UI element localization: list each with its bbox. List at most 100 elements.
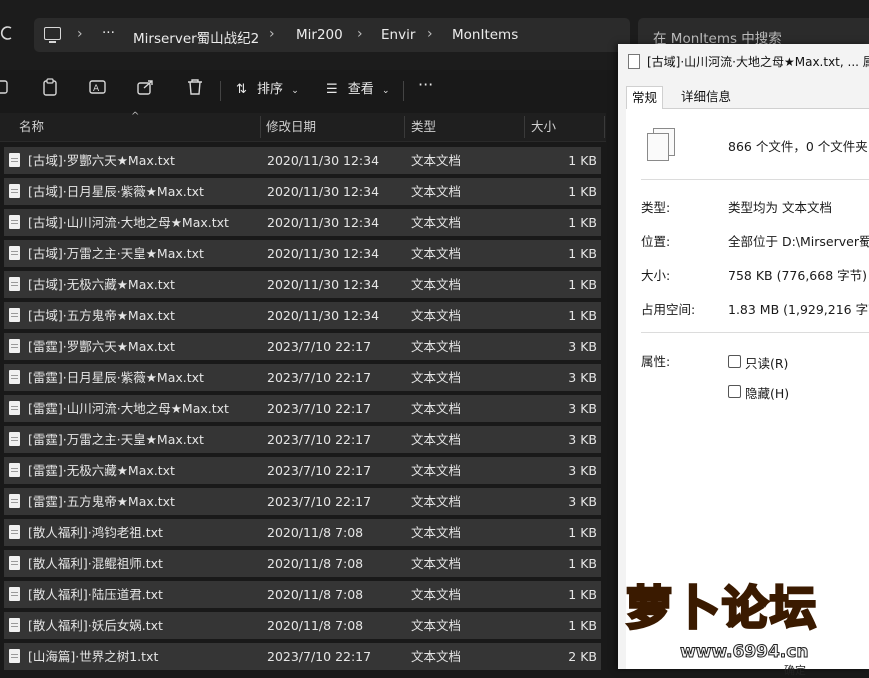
- more-crumbs-icon[interactable]: ···: [102, 25, 115, 41]
- column-separator[interactable]: [404, 116, 405, 138]
- file-row[interactable]: [古域]·万雷之主·天皇★Max.txt 2020/11/30 12:34 文本文档…: [4, 240, 601, 267]
- breadcrumb-mir200[interactable]: Mir200: [296, 27, 343, 43]
- file-size: 1 KB: [568, 525, 597, 540]
- delete-icon[interactable]: [186, 78, 204, 96]
- file-row[interactable]: [山海篇]·世界之树1.txt 2023/7/10 22:17 文本文档 2 KB: [4, 643, 601, 670]
- file-date: 2020/11/8 7:08: [267, 618, 364, 633]
- text-file-icon: [9, 153, 20, 167]
- file-name: [散人福利]·鸿钧老祖.txt: [28, 525, 163, 540]
- chevron-right-icon[interactable]: ›: [77, 26, 83, 42]
- file-row[interactable]: [雷霆]·日月星辰·紫薇★Max.txt 2023/7/10 22:17 文本文档 3…: [4, 364, 601, 391]
- dialog-title: [古域]·山川河流·大地之母★Max.txt, ... 属性: [647, 55, 869, 69]
- file-row[interactable]: [雷霆]·罗酆六天★Max.txt 2023/7/10 22:17 文本文档 3 KB: [4, 333, 601, 360]
- copy-icon[interactable]: [0, 78, 18, 96]
- disk-size-label: 占用空间:: [641, 302, 696, 317]
- file-name: [散人福利]·混鲲祖师.txt: [28, 556, 163, 571]
- multiple-files-icon: [647, 128, 675, 161]
- chevron-down-icon: ⌄: [291, 86, 299, 96]
- file-date: 2020/11/8 7:08: [267, 587, 364, 602]
- file-row[interactable]: [散人福利]·陆压道君.txt 2020/11/8 7:08 文本文档 1 KB: [4, 581, 601, 608]
- file-row[interactable]: [散人福利]·妖后女娲.txt 2020/11/8 7:08 文本文档 1 KB: [4, 612, 601, 639]
- file-size: 3 KB: [568, 463, 597, 478]
- disk-size-value: 1.83 MB (1,929,216 字节): [728, 302, 869, 317]
- file-date: 2023/7/10 22:17: [267, 463, 372, 478]
- file-date: 2020/11/30 12:34: [267, 215, 380, 230]
- file-row[interactable]: [古域]·无极六藏★Max.txt 2020/11/30 12:34 文本文档 1 K…: [4, 271, 601, 298]
- breadcrumb-monitems[interactable]: MonItems: [452, 27, 518, 43]
- file-name: [古域]·万雷之主·天皇★Max.txt: [28, 246, 204, 261]
- file-row[interactable]: [古域]·山川河流·大地之母★Max.txt 2020/11/30 12:34 文本…: [4, 209, 601, 236]
- file-row[interactable]: [雷霆]·万雷之主·天皇★Max.txt 2023/7/10 22:17 文本文档 3…: [4, 426, 601, 453]
- svg-text:A: A: [93, 84, 100, 94]
- this-pc-icon[interactable]: [44, 27, 61, 43]
- dialog-tabs: 常规 详细信息: [626, 86, 869, 110]
- column-size[interactable]: 大小: [531, 113, 556, 141]
- tab-general[interactable]: 常规: [626, 86, 664, 110]
- text-file-icon: [9, 246, 20, 260]
- file-row[interactable]: [雷霆]·山川河流·大地之母★Max.txt 2023/7/10 22:17 文本文…: [4, 395, 601, 422]
- location-value: 全部位于 D:\Mirserver蜀山: [728, 234, 869, 249]
- file-type: 文本文档: [411, 587, 462, 602]
- breadcrumb-mirserver[interactable]: Mirserver蜀山战纪2: [133, 27, 259, 47]
- share-icon[interactable]: [137, 78, 155, 96]
- file-date: 2023/7/10 22:17: [267, 432, 372, 447]
- dialog-title-bar[interactable]: [古域]·山川河流·大地之母★Max.txt, ... 属性: [618, 44, 869, 78]
- column-separator[interactable]: [524, 116, 525, 138]
- file-size: 1 KB: [568, 556, 597, 571]
- file-size: 1 KB: [568, 587, 597, 602]
- file-type: 文本文档: [411, 339, 462, 354]
- breadcrumb-envir[interactable]: Envir: [381, 27, 415, 43]
- sort-button[interactable]: ⇅ 排序 ⌄: [236, 78, 299, 98]
- file-size: 3 KB: [568, 432, 597, 447]
- chevron-right-icon[interactable]: ›: [357, 26, 363, 42]
- tab-details[interactable]: 详细信息: [676, 86, 736, 108]
- file-date: 2020/11/30 12:34: [267, 184, 380, 199]
- refresh-icon[interactable]: [0, 24, 12, 46]
- file-row[interactable]: [雷霆]·无极六藏★Max.txt 2023/7/10 22:17 文本文档 3 KB: [4, 457, 601, 484]
- file-date: 2020/11/30 12:34: [267, 308, 380, 323]
- file-row[interactable]: [雷霆]·五方鬼帝★Max.txt 2023/7/10 22:17 文本文档 3 KB: [4, 488, 601, 515]
- text-file-icon: [9, 587, 20, 601]
- file-row[interactable]: [散人福利]·鸿钧老祖.txt 2020/11/8 7:08 文本文档 1 KB: [4, 519, 601, 546]
- hidden-label[interactable]: 隐藏(H): [745, 383, 789, 402]
- column-header: ^ 名称 修改日期 类型 大小: [0, 111, 606, 142]
- paste-icon[interactable]: [42, 78, 60, 96]
- file-type: 文本文档: [411, 618, 462, 633]
- location-label: 位置:: [641, 234, 671, 249]
- attributes-label: 属性:: [641, 354, 671, 369]
- text-file-icon: [9, 494, 20, 508]
- view-button[interactable]: ☰ 查看 ⌄: [326, 78, 390, 98]
- file-type: 文本文档: [411, 432, 462, 447]
- file-size: 3 KB: [568, 401, 597, 416]
- file-size: 1 KB: [568, 215, 597, 230]
- column-separator[interactable]: [260, 116, 261, 138]
- more-options-button[interactable]: ···: [418, 75, 433, 95]
- readonly-checkbox[interactable]: [728, 355, 741, 368]
- watermark: 萝卜论坛 www.6994.cn: [620, 572, 869, 669]
- text-file-icon: [9, 215, 20, 229]
- file-name: [古域]·罗酆六天★Max.txt: [28, 153, 175, 168]
- type-value: 类型均为 文本文档: [728, 200, 832, 215]
- file-name: [雷霆]·五方鬼帝★Max.txt: [28, 494, 175, 509]
- file-name: [古域]·日月星辰·紫薇★Max.txt: [28, 184, 204, 199]
- address-bar[interactable]: › ··· Mirserver蜀山战纪2 › Mir200 › Envir › …: [34, 18, 630, 52]
- toolbar-divider: [403, 81, 404, 101]
- chevron-right-icon[interactable]: ›: [427, 26, 433, 42]
- file-type: 文本文档: [411, 494, 462, 509]
- column-type[interactable]: 类型: [411, 113, 436, 141]
- file-name: [雷霆]·山川河流·大地之母★Max.txt: [28, 401, 229, 416]
- file-row[interactable]: [古域]·罗酆六天★Max.txt 2020/11/30 12:34 文本文档 1 K…: [4, 147, 601, 174]
- file-name: [雷霆]·无极六藏★Max.txt: [28, 463, 175, 478]
- column-date[interactable]: 修改日期: [266, 113, 316, 141]
- file-row[interactable]: [古域]·日月星辰·紫薇★Max.txt 2020/11/30 12:34 文本文档…: [4, 178, 601, 205]
- column-name[interactable]: 名称: [19, 113, 44, 141]
- readonly-label[interactable]: 只读(R): [745, 353, 788, 372]
- hidden-checkbox[interactable]: [728, 385, 741, 398]
- file-name: [古域]·五方鬼帝★Max.txt: [28, 308, 175, 323]
- file-row[interactable]: [散人福利]·混鲲祖师.txt 2020/11/8 7:08 文本文档 1 KB: [4, 550, 601, 577]
- rename-icon[interactable]: A: [89, 78, 107, 96]
- column-separator[interactable]: [604, 116, 605, 138]
- chevron-right-icon[interactable]: ›: [269, 26, 275, 42]
- file-size: 1 KB: [568, 308, 597, 323]
- file-row[interactable]: [古域]·五方鬼帝★Max.txt 2020/11/30 12:34 文本文档 1 K…: [4, 302, 601, 329]
